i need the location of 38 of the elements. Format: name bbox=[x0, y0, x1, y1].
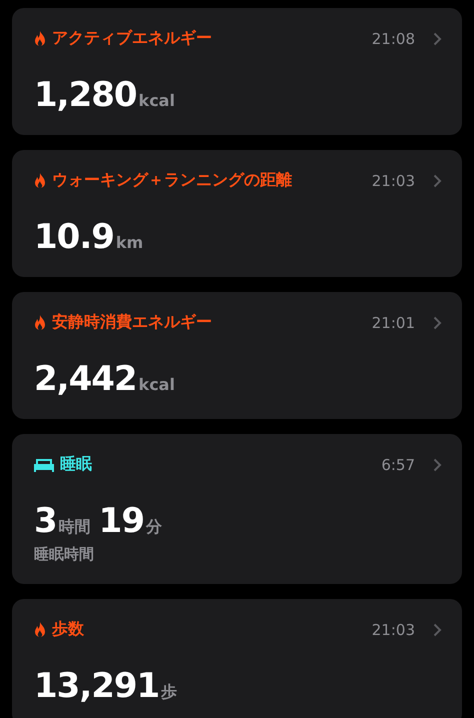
flame-icon bbox=[34, 172, 46, 188]
flame-icon bbox=[34, 622, 46, 638]
chevron-icon bbox=[433, 622, 442, 636]
unit-label: 時間 bbox=[58, 517, 91, 538]
metric-value: 10.9 bbox=[34, 217, 114, 257]
time-label: 21:01 bbox=[372, 314, 415, 332]
metric-value: 2,442 bbox=[34, 359, 137, 399]
chevron-icon bbox=[433, 316, 442, 330]
metric-value: 1,280 bbox=[34, 75, 137, 115]
chevron-icon bbox=[433, 174, 442, 188]
time-label: 21:03 bbox=[372, 620, 415, 638]
card-title: ウォーキング＋ランニングの距離 bbox=[52, 170, 293, 191]
time-label: 21:03 bbox=[372, 172, 415, 190]
metric-card[interactable]: 安静時消費エネルギー 21:01 2,442 kcal bbox=[12, 292, 462, 419]
metric-card[interactable]: 睡眠 6:57 3 時間 19分 睡眠時間 bbox=[12, 434, 462, 584]
card-title: アクティブエネルギー bbox=[52, 28, 213, 49]
card-title: 安静時消費エネルギー bbox=[52, 312, 213, 333]
caption: 睡眠時間 bbox=[34, 545, 94, 564]
chevron-icon bbox=[433, 458, 442, 472]
metric-card[interactable]: ウォーキング＋ランニングの距離 21:03 10.9 km bbox=[12, 150, 462, 277]
card-title: 睡眠 bbox=[60, 454, 93, 475]
metric-value: 3 bbox=[34, 501, 57, 541]
unit-label: km bbox=[116, 233, 144, 252]
card-title: 歩数 bbox=[52, 619, 85, 640]
unit-label: kcal bbox=[138, 91, 175, 110]
time-label: 6:57 bbox=[381, 456, 415, 474]
metric-value: 13,291 bbox=[34, 666, 160, 706]
unit-label: kcal bbox=[138, 375, 175, 394]
chevron-icon bbox=[433, 32, 442, 46]
metric-card[interactable]: 歩数 21:03 13,291歩 bbox=[12, 599, 462, 718]
unit-label: 分 bbox=[146, 517, 162, 538]
flame-icon bbox=[34, 30, 46, 46]
flame-icon bbox=[34, 314, 46, 330]
bed-icon bbox=[34, 458, 54, 472]
metric-card[interactable]: アクティブエネルギー 21:08 1,280 kcal bbox=[12, 8, 462, 135]
metric-value: 19 bbox=[98, 501, 144, 541]
time-label: 21:08 bbox=[372, 30, 415, 48]
unit-label: 歩 bbox=[161, 682, 178, 703]
